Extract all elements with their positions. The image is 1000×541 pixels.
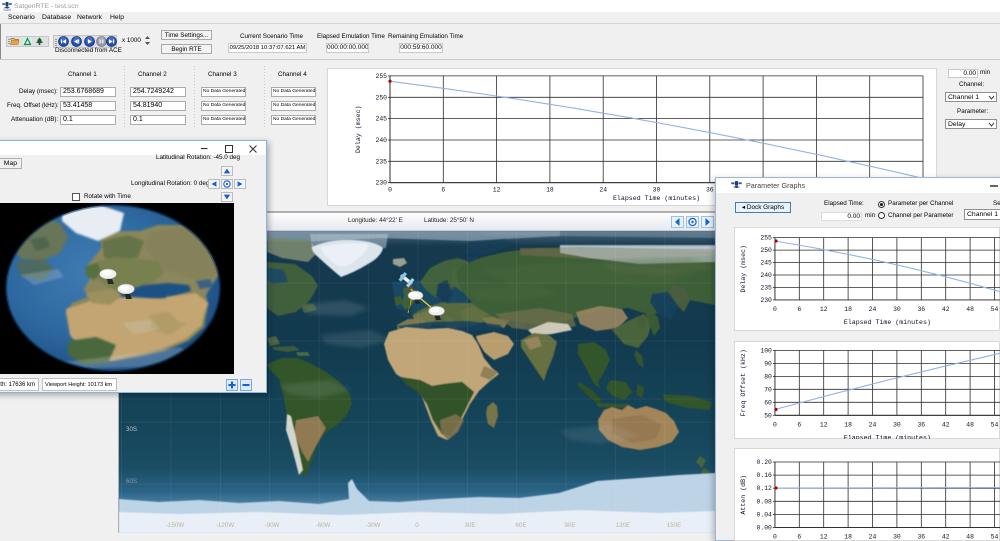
- svg-text:48: 48: [966, 534, 974, 541]
- svg-text:120E: 120E: [616, 522, 630, 529]
- svg-text:255: 255: [760, 235, 772, 242]
- svg-text:24: 24: [869, 421, 877, 428]
- svg-text:235: 235: [375, 158, 387, 165]
- svg-text:60E: 60E: [515, 522, 526, 529]
- svg-text:30: 30: [893, 534, 901, 541]
- svg-text:18: 18: [844, 421, 852, 428]
- svg-text:235: 235: [760, 284, 772, 291]
- svg-text:250: 250: [375, 94, 387, 101]
- svg-text:18: 18: [844, 306, 852, 313]
- svg-text:SGN: SGN: [3, 8, 11, 11]
- svg-text:6: 6: [797, 421, 801, 428]
- svg-text:Elapsed Time (minutes): Elapsed Time (minutes): [613, 195, 700, 202]
- svg-text:54: 54: [991, 306, 999, 313]
- svg-text:50: 50: [764, 412, 772, 419]
- svg-text:42: 42: [942, 421, 950, 428]
- svg-text:24: 24: [599, 187, 607, 194]
- svg-text:0.20: 0.20: [757, 459, 773, 466]
- svg-text:36: 36: [917, 306, 925, 313]
- svg-text:Atten (dB): Atten (dB): [740, 475, 747, 515]
- svg-text:42: 42: [942, 534, 950, 541]
- svg-text:54: 54: [991, 421, 999, 428]
- svg-text:54: 54: [991, 534, 999, 541]
- svg-text:42: 42: [942, 306, 950, 313]
- svg-text:12: 12: [820, 306, 828, 313]
- svg-text:0: 0: [388, 187, 392, 194]
- svg-text:6: 6: [797, 534, 801, 541]
- svg-text:30: 30: [893, 421, 901, 428]
- svg-text:30S: 30S: [126, 426, 137, 433]
- svg-text:0.12: 0.12: [757, 485, 773, 492]
- svg-text:-30W: -30W: [366, 522, 381, 529]
- svg-text:24: 24: [869, 306, 877, 313]
- svg-text:90E: 90E: [564, 522, 575, 529]
- svg-text:18: 18: [546, 187, 554, 194]
- svg-text:0.04: 0.04: [757, 511, 773, 518]
- svg-text:12: 12: [820, 421, 828, 428]
- svg-text:60: 60: [764, 399, 772, 406]
- svg-text:80: 80: [764, 373, 772, 380]
- svg-text:0: 0: [773, 306, 777, 313]
- svg-text:-90W: -90W: [265, 522, 280, 529]
- svg-text:230: 230: [760, 297, 772, 304]
- svg-text:24: 24: [869, 534, 877, 541]
- svg-text:0.00: 0.00: [757, 525, 773, 532]
- svg-text:30: 30: [893, 306, 901, 313]
- svg-text:70: 70: [764, 386, 772, 393]
- svg-text:245: 245: [760, 260, 772, 267]
- svg-text:6: 6: [797, 306, 801, 313]
- svg-text:-60W: -60W: [316, 522, 331, 529]
- svg-text:30: 30: [653, 187, 661, 194]
- svg-text:0: 0: [773, 534, 777, 541]
- svg-text:150E: 150E: [667, 522, 681, 529]
- svg-text:90: 90: [764, 360, 772, 367]
- svg-text:Delay (msec): Delay (msec): [740, 245, 747, 292]
- svg-text:-120W: -120W: [216, 522, 234, 529]
- svg-text:12: 12: [493, 187, 501, 194]
- svg-text:0: 0: [415, 522, 419, 529]
- svg-text:230: 230: [375, 180, 387, 187]
- svg-text:100: 100: [760, 347, 772, 354]
- svg-text:Freq Offset (kHz): Freq Offset (kHz): [740, 349, 747, 416]
- svg-text:Elapsed Time (minutes): Elapsed Time (minutes): [844, 434, 931, 439]
- svg-text:18: 18: [844, 534, 852, 541]
- svg-text:0.16: 0.16: [757, 472, 773, 479]
- svg-text:48: 48: [966, 306, 974, 313]
- svg-text:240: 240: [760, 272, 772, 279]
- svg-text:36: 36: [917, 421, 925, 428]
- svg-text:0.08: 0.08: [757, 498, 773, 505]
- svg-text:-150W: -150W: [166, 522, 184, 529]
- svg-text:Elapsed Time (minutes): Elapsed Time (minutes): [844, 319, 931, 326]
- svg-text:240: 240: [375, 137, 387, 144]
- svg-text:60S: 60S: [126, 478, 137, 485]
- svg-text:245: 245: [375, 116, 387, 123]
- svg-text:48: 48: [966, 421, 974, 428]
- svg-text:36: 36: [706, 187, 714, 194]
- svg-text:250: 250: [760, 247, 772, 254]
- svg-text:0: 0: [773, 421, 777, 428]
- svg-text:Delay (msec): Delay (msec): [355, 106, 362, 153]
- svg-text:6: 6: [441, 187, 445, 194]
- svg-text:30E: 30E: [464, 522, 475, 529]
- svg-text:12: 12: [820, 534, 828, 541]
- svg-text:255: 255: [375, 73, 387, 80]
- svg-text:36: 36: [917, 534, 925, 541]
